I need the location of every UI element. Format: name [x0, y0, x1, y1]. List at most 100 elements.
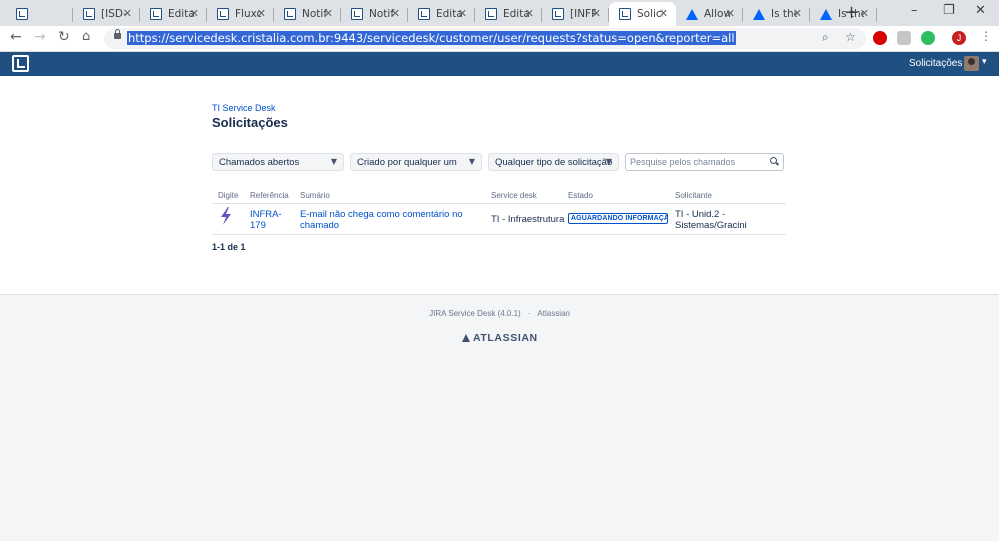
- close-tab-icon[interactable]: ✕: [793, 7, 802, 20]
- column-header-status: Estado: [568, 191, 593, 200]
- browser-tab[interactable]: Fluxo ✕: [207, 2, 274, 26]
- close-tab-icon[interactable]: ✕: [391, 7, 400, 20]
- atlassian-logo[interactable]: ATLASSIAN: [462, 332, 538, 344]
- browser-tab[interactable]: [6, 2, 73, 26]
- pagination-count: 1-1 de 1: [212, 242, 246, 252]
- footer-product[interactable]: JIRA Service Desk (4.0.1): [429, 309, 521, 318]
- column-header-summary: Sumário: [300, 191, 330, 200]
- opera-extension-icon[interactable]: [873, 31, 887, 45]
- restore-icon[interactable]: ❐: [943, 3, 955, 18]
- browser-tab[interactable]: Notif ✕: [274, 2, 341, 26]
- close-tab-icon[interactable]: ✕: [525, 7, 534, 20]
- footer-info: JIRA Service Desk (4.0.1) · Atlassian: [0, 309, 999, 318]
- back-icon[interactable]: ←: [10, 29, 22, 45]
- jira-icon: [418, 8, 430, 20]
- url-text[interactable]: https://servicedesk.cristalia.com.br:944…: [127, 31, 736, 45]
- user-avatar[interactable]: [964, 56, 979, 71]
- browser-tab[interactable]: [INFR ✕: [542, 2, 609, 26]
- profile-avatar[interactable]: J: [952, 31, 966, 45]
- cloud-extension-icon[interactable]: [897, 31, 911, 45]
- close-tab-icon[interactable]: ✕: [190, 7, 199, 20]
- jira-icon: [284, 8, 296, 20]
- jira-icon: [83, 8, 95, 20]
- type-filter-value: Qualquer tipo de solicitação: [495, 157, 613, 168]
- browser-tab[interactable]: Edita ✕: [140, 2, 207, 26]
- jira-logo-icon[interactable]: [12, 55, 29, 72]
- status-badge: AGUARDANDO INFORMAÇÃO: [568, 213, 668, 224]
- atlassian-logo-text: ATLASSIAN: [473, 332, 538, 344]
- home-icon[interactable]: ⌂: [82, 29, 90, 44]
- zoom-search-icon[interactable]: ⌕: [822, 30, 829, 45]
- jira-icon: [552, 8, 564, 20]
- chevron-down-icon: ▼: [330, 157, 337, 166]
- close-tab-icon[interactable]: ✕: [726, 7, 735, 20]
- evernote-extension-icon[interactable]: [921, 31, 935, 45]
- browser-toolbar: ← → ↻ ⌂ https://servicedesk.cristalia.co…: [0, 26, 999, 52]
- close-tab-icon[interactable]: ✕: [592, 7, 601, 20]
- column-header-reporter: Solicitante: [675, 191, 712, 200]
- close-tab-icon[interactable]: ✕: [860, 7, 869, 20]
- atlassian-icon: [686, 8, 698, 20]
- status-filter-value: Chamados abertos: [219, 157, 300, 168]
- search-box[interactable]: [625, 153, 784, 171]
- footer-separator: ·: [527, 309, 531, 318]
- forward-icon[interactable]: →: [34, 29, 46, 45]
- close-tab-icon[interactable]: ✕: [659, 7, 668, 20]
- column-header-reference: Referência: [250, 191, 289, 200]
- status-filter-select[interactable]: Chamados abertos ▼: [212, 153, 344, 171]
- summary-link[interactable]: E-mail não chega como comentário no chama…: [300, 209, 463, 231]
- browser-tab[interactable]: Notif ✕: [341, 2, 408, 26]
- reload-icon[interactable]: ↻: [58, 29, 70, 45]
- minimize-icon[interactable]: –: [911, 3, 918, 18]
- page-title: Solicitações: [212, 115, 288, 130]
- browser-tab[interactable]: Is the ✕: [743, 2, 810, 26]
- browser-tab[interactable]: Edita ✕: [408, 2, 475, 26]
- table-row-divider: [212, 234, 786, 235]
- column-header-type: Digite: [218, 191, 239, 200]
- tab-separator: [876, 8, 877, 22]
- browser-tab[interactable]: [ISD- ✕: [73, 2, 140, 26]
- menu-kebab-icon[interactable]: ⋮: [980, 29, 992, 43]
- reporter-cell: TI - Unid.2 - Sistemas/Gracini: [675, 209, 747, 231]
- browser-tab-strip: [ISD- ✕ Edita ✕ Fluxo ✕ Notif ✕ Notif ✕ Edita ✕ Edit…: [0, 0, 999, 26]
- jira-icon: [485, 8, 497, 20]
- creator-filter-select[interactable]: Criado por qualquer um ▼: [350, 153, 482, 171]
- breadcrumb[interactable]: TI Service Desk: [212, 103, 276, 113]
- service-desk-cell: TI - Infraestrutura: [491, 214, 565, 225]
- jira-icon: [351, 8, 363, 20]
- close-window-icon[interactable]: ✕: [975, 3, 986, 18]
- type-filter-select[interactable]: Qualquer tipo de solicitação ▼: [488, 153, 619, 171]
- chevron-down-icon: ▼: [468, 157, 475, 166]
- footer-vendor[interactable]: Atlassian: [537, 309, 569, 318]
- bookmark-star-icon[interactable]: ☆: [845, 30, 856, 44]
- jira-icon: [217, 8, 229, 20]
- requests-link[interactable]: Solicitações: [909, 58, 962, 69]
- close-tab-icon[interactable]: ✕: [324, 7, 333, 20]
- creator-filter-value: Criado por qualquer um: [357, 157, 457, 168]
- jira-icon: [619, 8, 631, 20]
- lock-icon: [114, 29, 121, 39]
- browser-tab[interactable]: Solici ✕: [609, 2, 676, 26]
- search-input[interactable]: [630, 155, 760, 169]
- close-tab-icon[interactable]: ✕: [257, 7, 266, 20]
- reference-link[interactable]: INFRA- 179: [250, 209, 282, 231]
- lightning-bolt-icon: [221, 207, 231, 225]
- chevron-down-icon[interactable]: ▾: [982, 57, 987, 67]
- close-tab-icon[interactable]: ✕: [458, 7, 467, 20]
- atlassian-icon: [820, 8, 832, 20]
- jira-icon: [16, 8, 28, 20]
- table-header-divider: [212, 203, 786, 204]
- search-icon[interactable]: [770, 157, 777, 164]
- app-header: Solicitações ▾: [0, 52, 999, 76]
- close-tab-icon[interactable]: ✕: [123, 7, 132, 20]
- browser-tab[interactable]: Edita ✕: [475, 2, 542, 26]
- address-bar[interactable]: https://servicedesk.cristalia.com.br:944…: [104, 28, 866, 49]
- column-header-service-desk: Service desk: [491, 191, 537, 200]
- atlassian-logo-icon: [462, 334, 470, 342]
- main-content: TI Service Desk Solicitações Chamados ab…: [0, 76, 999, 295]
- atlassian-icon: [753, 8, 765, 20]
- browser-tab[interactable]: Allow ✕: [676, 2, 743, 26]
- chevron-down-icon: ▼: [605, 157, 612, 166]
- new-tab-button[interactable]: +: [844, 2, 859, 23]
- jira-icon: [150, 8, 162, 20]
